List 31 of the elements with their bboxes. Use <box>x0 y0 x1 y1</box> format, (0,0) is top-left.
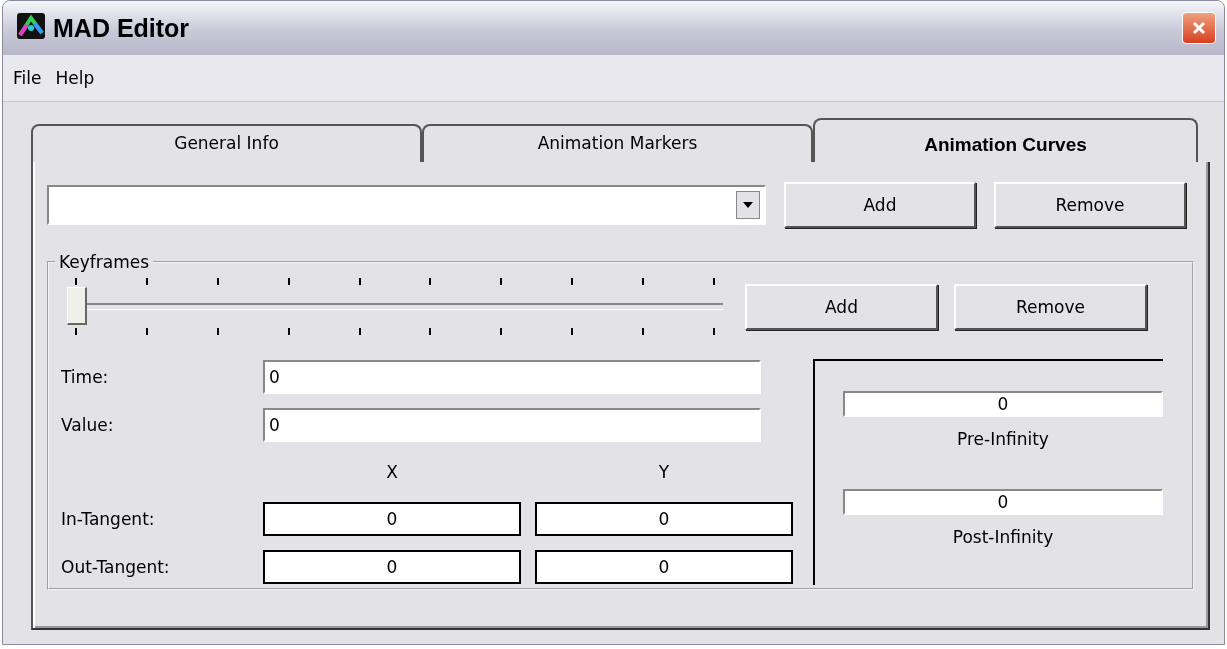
field-label: Pre-Infinity <box>956 429 1050 449</box>
tab[interactable]: Animation Curves <box>813 118 1198 162</box>
input-field[interactable]: 0 <box>843 489 1163 515</box>
field-label: Value: <box>61 415 115 435</box>
field-label: In-Tangent: <box>61 509 156 529</box>
input-field[interactable]: 0 <box>263 408 761 442</box>
field-label: Post-Infinity <box>951 527 1055 547</box>
input-field[interactable]: 0 <box>843 391 1163 417</box>
input-field[interactable]: 0 <box>263 360 761 394</box>
close-icon <box>1192 21 1206 35</box>
input-field[interactable]: 0 <box>263 550 521 584</box>
column-header: Y <box>657 462 671 482</box>
field-label: Time: <box>61 367 110 387</box>
button[interactable]: Add <box>784 182 976 228</box>
field-label: Out-Tangent: <box>61 557 171 577</box>
input-field[interactable]: 0 <box>535 502 793 536</box>
slider-thumb[interactable] <box>67 287 87 325</box>
input-field[interactable]: 0 <box>535 550 793 584</box>
dropdown-field[interactable] <box>47 185 766 225</box>
menu-item[interactable]: Help <box>55 68 95 88</box>
tab[interactable]: General Info <box>31 124 422 162</box>
column-header: X <box>385 462 399 482</box>
menu-item[interactable]: File <box>13 68 42 88</box>
button[interactable]: Add <box>745 283 938 330</box>
input-field[interactable]: 0 <box>263 502 521 536</box>
button[interactable]: Remove <box>994 182 1186 228</box>
tab[interactable]: Animation Markers <box>422 124 813 162</box>
button[interactable]: Remove <box>954 283 1147 330</box>
group-title: Keyframes <box>58 252 151 272</box>
close-button[interactable] <box>1182 12 1216 44</box>
window-title: MAD Editor <box>53 13 191 43</box>
